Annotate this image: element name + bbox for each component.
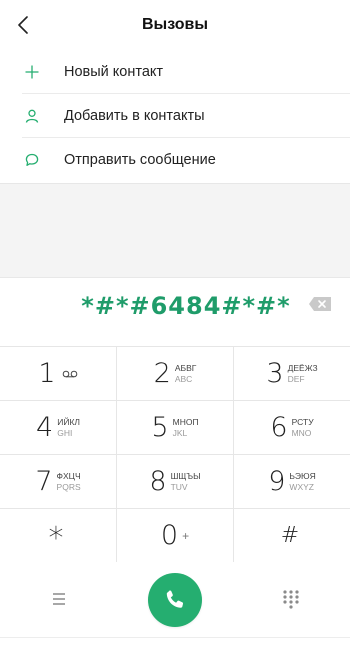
dialpad-toggle-button[interactable] <box>281 588 301 610</box>
menu-item-label: Новый контакт <box>64 64 164 80</box>
menu-item-label: Отправить сообщение <box>64 152 216 168</box>
action-menu: Новый контакт Добавить в контакты Отправ… <box>0 50 350 182</box>
page-title: Вызовы <box>141 16 209 33</box>
menu-button[interactable] <box>46 588 72 610</box>
key-letters-latin: JKL <box>172 427 188 438</box>
key-digit: 6 <box>270 412 288 443</box>
key-hash[interactable]: # <box>234 509 350 562</box>
menu-item-send-message[interactable]: Отправить сообщение <box>0 138 350 182</box>
dialpad-icon <box>283 590 299 609</box>
key-digit: 1 <box>38 358 56 389</box>
key-letters-latin: ABC <box>174 373 193 384</box>
key-letters-latin: GHI <box>57 427 73 438</box>
menu-item-add-to-contacts[interactable]: Добавить в контакты <box>0 94 350 138</box>
keypad: 1 2 АБВГ ABC 3 ДЕЁЖЗ DEF 4 ИЙКЛ GHI 5 МНОП J… <box>0 346 350 563</box>
key-letters-latin: PQRS <box>56 481 81 492</box>
key-0[interactable]: 0 + <box>117 509 234 562</box>
key-letters-cyrillic: МНОП <box>172 416 199 427</box>
keypad-row: * 0 + # <box>0 509 350 563</box>
person-icon <box>0 94 64 138</box>
key-5[interactable]: 5 МНОП JKL <box>117 401 234 454</box>
backspace-icon <box>309 297 331 311</box>
key-2[interactable]: 2 АБВГ ABC <box>117 347 234 400</box>
chevron-left-icon <box>18 16 28 34</box>
key-star[interactable]: * <box>0 509 117 562</box>
key-digit: # <box>280 523 300 548</box>
bottom-bar <box>0 562 350 638</box>
key-digit: 9 <box>268 466 286 497</box>
keypad-row: 4 ИЙКЛ GHI 5 МНОП JKL 6 РСТУ MNO <box>0 401 350 455</box>
key-letters-latin: DEF <box>287 373 305 384</box>
key-digit: 4 <box>36 412 54 443</box>
key-3[interactable]: 3 ДЕЁЖЗ DEF <box>234 347 350 400</box>
number-display: *#*#6484#*#* <box>0 277 350 346</box>
key-digit: * <box>48 521 64 556</box>
key-letters-cyrillic: РСТУ <box>291 416 314 427</box>
key-digit: 7 <box>35 466 53 497</box>
key-letters-cyrillic: АБВГ <box>174 362 197 373</box>
call-button[interactable] <box>148 573 202 627</box>
hamburger-icon <box>53 593 65 605</box>
key-9[interactable]: 9 ЬЭЮЯ WXYZ <box>234 455 350 508</box>
message-icon <box>0 138 64 182</box>
voicemail-icon <box>62 370 77 377</box>
divider <box>0 637 350 638</box>
key-letters-cyrillic: ЬЭЮЯ <box>289 470 316 481</box>
key-digit: 8 <box>149 466 167 497</box>
key-1[interactable]: 1 <box>0 347 117 400</box>
key-6[interactable]: 6 РСТУ MNO <box>234 401 350 454</box>
key-letters-latin: TUV <box>170 481 188 492</box>
plus-icon <box>0 50 64 94</box>
header-bar: Вызовы <box>0 0 350 50</box>
menu-item-new-contact[interactable]: Новый контакт <box>0 50 350 94</box>
key-8[interactable]: 8 ШЩЪЫ TUV <box>117 455 234 508</box>
back-button[interactable] <box>8 10 38 40</box>
dialed-number[interactable]: *#*#6484#*#* <box>0 292 350 320</box>
empty-area <box>0 183 350 277</box>
phone-icon <box>166 590 184 608</box>
key-digit: 0 <box>160 520 179 551</box>
key-letters-latin: MNO <box>291 427 312 438</box>
key-letters-cyrillic: ДЕЁЖЗ <box>287 362 318 373</box>
keypad-row: 7 ФХЦЧ PQRS 8 ШЩЪЫ TUV 9 ЬЭЮЯ WXYZ <box>0 455 350 509</box>
key-digit: 2 <box>153 358 171 389</box>
key-digit: 5 <box>151 412 169 443</box>
backspace-button[interactable] <box>308 296 332 312</box>
key-zero-plus: + <box>182 528 190 543</box>
key-letters-latin: WXYZ <box>289 481 314 492</box>
key-7[interactable]: 7 ФХЦЧ PQRS <box>0 455 117 508</box>
key-4[interactable]: 4 ИЙКЛ GHI <box>0 401 117 454</box>
key-letters-cyrillic: ФХЦЧ <box>56 470 81 481</box>
key-digit: 3 <box>266 358 284 389</box>
menu-item-label: Добавить в контакты <box>64 108 205 124</box>
key-letters-cyrillic: ШЩЪЫ <box>170 470 201 481</box>
key-letters-cyrillic: ИЙКЛ <box>57 416 80 427</box>
keypad-row: 1 2 АБВГ ABC 3 ДЕЁЖЗ DEF <box>0 347 350 401</box>
